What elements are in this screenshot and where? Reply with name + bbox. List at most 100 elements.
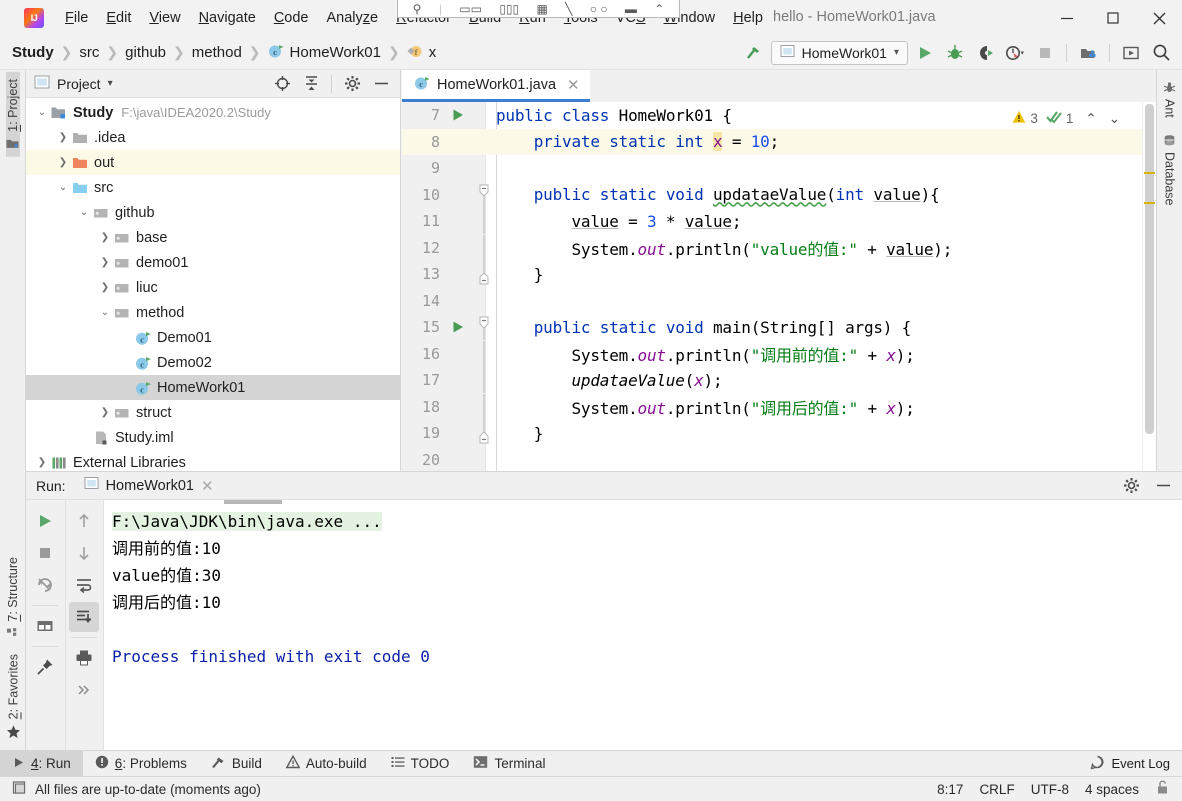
hide-panel-icon[interactable] — [1150, 474, 1176, 498]
code-line[interactable]: 10 public static void updataeValue(int v… — [402, 182, 1156, 209]
editor-scrollbar-thumb[interactable] — [1145, 104, 1154, 434]
bottom-tab-build[interactable]: Build — [199, 751, 274, 777]
bottom-tab-todo[interactable]: TODO — [379, 751, 462, 777]
tree-node-demo01[interactable]: c Demo01 — [26, 325, 400, 350]
line-separator[interactable]: CRLF — [979, 782, 1014, 797]
chevron-down-icon[interactable]: ⌄ — [76, 207, 92, 218]
project-tree[interactable]: ⌄ Study F:\java\IDEA2020.2\Study ❯ .idea ❯ out… — [26, 98, 400, 522]
git-update-button[interactable] — [1075, 41, 1101, 65]
code-line[interactable]: 13 } — [402, 261, 1156, 288]
menu-item-navigate[interactable]: Navigate — [190, 7, 265, 29]
run-configuration-selector[interactable]: HomeWork01 ▾ — [770, 40, 908, 65]
code-line[interactable]: 8 private static int x = 10; — [402, 128, 1156, 155]
collapse-all-icon[interactable] — [298, 72, 324, 96]
warning-marker[interactable] — [1144, 172, 1155, 174]
code-line[interactable]: 9 — [402, 155, 1156, 182]
minimize-button[interactable] — [1044, 0, 1090, 36]
close-icon[interactable]: ✕ — [567, 76, 580, 94]
code-line[interactable]: 17 updataeValue(x); — [402, 367, 1156, 394]
build-hammer-icon[interactable] — [741, 41, 767, 65]
chevron-right-icon[interactable]: ❯ — [97, 257, 113, 268]
stop-button[interactable] — [30, 538, 60, 568]
tree-node-struct[interactable]: ❯ struct — [26, 400, 400, 425]
close-button[interactable] — [1136, 0, 1182, 36]
tree-node-study[interactable]: ⌄ Study F:\java\IDEA2020.2\Study — [26, 100, 400, 125]
chevron-right-icon[interactable]: ❯ — [55, 132, 71, 143]
bottom-tab-terminal[interactable]: Terminal — [461, 751, 557, 777]
locate-target-icon[interactable] — [269, 72, 295, 96]
gear-icon[interactable] — [1118, 474, 1144, 498]
rerun-button[interactable] — [30, 506, 60, 536]
fold-end-icon[interactable] — [472, 261, 496, 287]
profiler-button[interactable] — [1002, 41, 1028, 65]
menu-item-file[interactable]: File — [56, 7, 97, 29]
chevron-right-icon[interactable]: ❯ — [97, 282, 113, 293]
fold-end-icon[interactable] — [472, 420, 496, 446]
tree-node-study-iml[interactable]: Study.iml — [26, 425, 400, 450]
code-line[interactable]: 18 System.out.println("调用后的值:" + x); — [402, 393, 1156, 421]
breadcrumb-item-homework01[interactable]: c HomeWork01 — [268, 43, 381, 63]
run-console-output[interactable]: F:\Java\JDK\bin\java.exe ... 调用前的值:10 valu… — [104, 500, 1182, 750]
sidebar-item-database[interactable]: Database — [1163, 127, 1177, 213]
chevron-down-icon[interactable]: ⌄ — [97, 307, 113, 318]
inspections-widget[interactable]: 3 1 ⌃ ⌄ — [1012, 110, 1120, 127]
rerun-failed-tests-button[interactable] — [30, 570, 60, 600]
code-line[interactable]: 20 — [402, 447, 1156, 474]
bottom-tab-run[interactable]: 4: Run — [0, 750, 83, 777]
code-editor[interactable]: 7 public class HomeWork01 {8 private stat… — [402, 102, 1156, 522]
gutter-run-icon[interactable] — [444, 320, 472, 334]
sidebar-item-favorites[interactable]: 2: Favorites — [6, 647, 21, 746]
code-line[interactable]: 16 System.out.println("调用前的值:" + x); — [402, 340, 1156, 368]
prev-problem-icon[interactable]: ⌃ — [1085, 111, 1096, 127]
gear-icon[interactable] — [339, 72, 365, 96]
chevron-down-icon[interactable]: ⌄ — [34, 107, 50, 118]
code-line[interactable]: 11 value = 3 * value; — [402, 208, 1156, 235]
editor-markup-scrollbar[interactable] — [1142, 102, 1156, 522]
select-in-button[interactable] — [1118, 41, 1144, 65]
maximize-button[interactable] — [1090, 0, 1136, 36]
chevrons-right-icon[interactable] — [69, 675, 99, 705]
debug-button[interactable] — [942, 41, 968, 65]
bottom-tab-problems[interactable]: 6: Problems — [83, 751, 199, 777]
next-problem-icon[interactable]: ⌄ — [1109, 111, 1120, 127]
chevron-right-icon[interactable]: ❯ — [97, 232, 113, 243]
chevron-down-icon[interactable]: ⌄ — [55, 182, 71, 193]
fold-start-icon[interactable] — [472, 314, 496, 341]
indent-setting[interactable]: 4 spaces — [1085, 782, 1139, 797]
event-log-button[interactable]: Event Log — [1090, 755, 1182, 773]
search-everywhere-button[interactable] — [1148, 41, 1174, 65]
run-tab-homework01[interactable]: HomeWork01 ✕ — [84, 476, 214, 495]
breadcrumb-item-field-x[interactable]: f x — [407, 43, 436, 63]
stop-button[interactable] — [1032, 41, 1058, 65]
layout-settings-button[interactable] — [30, 611, 60, 641]
run-with-coverage-button[interactable] — [972, 41, 998, 65]
code-line[interactable]: 14 — [402, 288, 1156, 315]
tree-node-method[interactable]: ⌄ method — [26, 300, 400, 325]
tree-node-github[interactable]: ⌄ github — [26, 200, 400, 225]
tree-node-demo01[interactable]: ❯ demo01 — [26, 250, 400, 275]
tree-node-demo02[interactable]: c Demo02 — [26, 350, 400, 375]
tree-node-out[interactable]: ❯ out — [26, 150, 400, 175]
fold-start-icon[interactable] — [472, 182, 496, 208]
tree-node-idea[interactable]: ❯ .idea — [26, 125, 400, 150]
breadcrumb-item-src[interactable]: src — [79, 44, 99, 61]
sidebar-item-ant[interactable]: Ant — [1163, 74, 1177, 125]
tree-node-base[interactable]: ❯ base — [26, 225, 400, 250]
menu-item-edit[interactable]: Edit — [97, 7, 140, 29]
sidebar-item-structure[interactable]: 7: Structure — [6, 550, 20, 647]
chevron-down-icon[interactable]: ▾ — [108, 78, 113, 89]
menu-item-analyze[interactable]: Analyze — [318, 7, 388, 29]
chevron-right-icon[interactable]: ❯ — [34, 457, 50, 468]
code-line[interactable]: 15 public static void main(String[] args… — [402, 314, 1156, 341]
code-line[interactable]: 12 System.out.println("value的值:" + value… — [402, 234, 1156, 262]
tab-homework01-java[interactable]: c HomeWork01.java ✕ — [402, 70, 590, 102]
tree-node-homework01[interactable]: c HomeWork01 — [26, 375, 400, 400]
run-button[interactable] — [912, 41, 938, 65]
up-the-stack-trace-button[interactable] — [69, 506, 99, 536]
warning-marker[interactable] — [1144, 202, 1155, 204]
hide-panel-icon[interactable] — [368, 72, 394, 96]
tree-node-src[interactable]: ⌄ src — [26, 175, 400, 200]
tree-node-liuc[interactable]: ❯ liuc — [26, 275, 400, 300]
menu-item-view[interactable]: View — [140, 7, 189, 29]
print-button[interactable] — [69, 643, 99, 673]
